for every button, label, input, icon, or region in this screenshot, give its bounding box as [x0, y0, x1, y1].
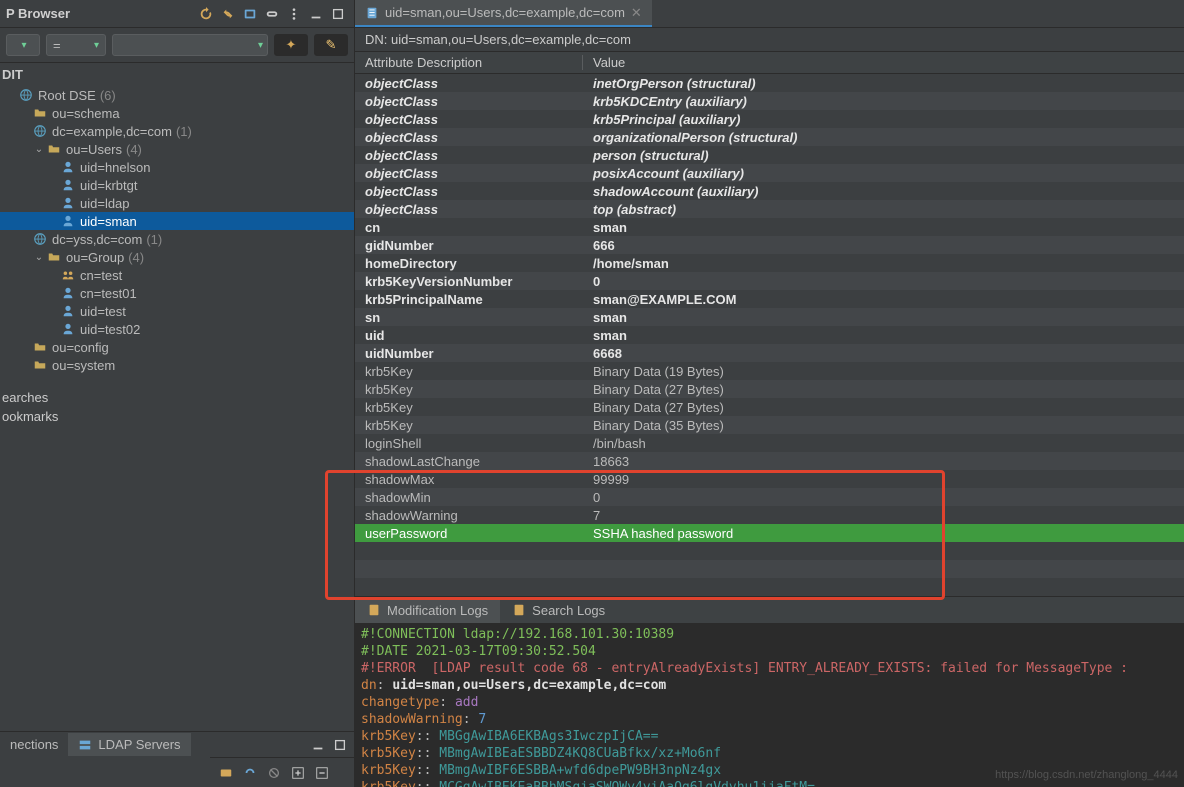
table-row[interactable]: objectClassshadowAccount (auxiliary) [355, 182, 1184, 200]
table-row[interactable]: objectClasskrb5KDCEntry (auxiliary) [355, 92, 1184, 110]
table-row[interactable]: krb5KeyBinary Data (27 Bytes) [355, 380, 1184, 398]
bottom-tabs: nections LDAP Servers [0, 731, 354, 757]
table-row[interactable]: gidNumber666 [355, 236, 1184, 254]
close-icon[interactable]: ✕ [631, 5, 642, 21]
table-row[interactable]: loginShell/bin/bash [355, 434, 1184, 452]
tree-item[interactable]: dc=yss,dc=com(1) [0, 230, 354, 248]
table-row[interactable]: snsman [355, 308, 1184, 326]
filter-op[interactable]: =▾ [46, 34, 106, 56]
tree-item[interactable]: uid=test02 [0, 320, 354, 338]
tab-entry-label: uid=sman,ou=Users,dc=example,dc=com [385, 5, 625, 20]
tab-entry[interactable]: uid=sman,ou=Users,dc=example,dc=com ✕ [355, 0, 652, 27]
ldap-tree[interactable]: Root DSE(6)ou=schemadc=example,dc=com(1)… [0, 82, 354, 388]
left-panel: P Browser ▾ =▾ ▾ ✦ ✎ DIT Root DSE(6)ou=s… [0, 0, 355, 787]
table-row[interactable] [355, 578, 1184, 596]
tree-item[interactable]: ⌄ou=Users(4) [0, 140, 354, 158]
table-row[interactable]: krb5KeyVersionNumber0 [355, 272, 1184, 290]
table-row[interactable]: userPasswordSSHA hashed password [355, 524, 1184, 542]
filter-run[interactable]: ✦ [274, 34, 308, 56]
log-tabs: Modification Logs Search Logs [355, 596, 1184, 624]
tree-item[interactable]: uid=sman [0, 212, 354, 230]
th-value[interactable]: Value [583, 55, 1184, 70]
attribute-table: Attribute Description Value objectClassi… [355, 52, 1184, 596]
left-toolbar [196, 4, 348, 24]
filter-value[interactable]: ▾ [112, 34, 268, 56]
right-panel: uid=sman,ou=Users,dc=example,dc=com ✕ DN… [355, 0, 1184, 787]
minimize-icon[interactable] [306, 4, 326, 24]
searches-section[interactable]: earches [0, 388, 354, 407]
editor-tabs: uid=sman,ou=Users,dc=example,dc=com ✕ [355, 0, 1184, 28]
log-output[interactable]: #!CONNECTION ldap://192.168.101.30:10389… [355, 624, 1184, 787]
table-row[interactable]: shadowWarning7 [355, 506, 1184, 524]
tree-item[interactable]: uid=hnelson [0, 158, 354, 176]
filter-wand[interactable]: ✎ [314, 34, 348, 56]
add-icon[interactable] [288, 763, 308, 783]
filter-toggle-1[interactable]: ▾ [6, 34, 40, 56]
tree-item[interactable]: ou=system [0, 356, 354, 374]
table-row[interactable] [355, 560, 1184, 578]
table-row[interactable]: krb5PrincipalNamesman@EXAMPLE.COM [355, 290, 1184, 308]
attribute-table-body[interactable]: objectClassinetOrgPerson (structural)obj… [355, 74, 1184, 596]
table-row[interactable]: krb5KeyBinary Data (35 Bytes) [355, 416, 1184, 434]
table-row[interactable]: objectClasstop (abstract) [355, 200, 1184, 218]
tree-item[interactable]: uid=krbtgt [0, 176, 354, 194]
table-row[interactable]: objectClassorganizationalPerson (structu… [355, 128, 1184, 146]
refresh-icon[interactable] [196, 4, 216, 24]
table-row[interactable] [355, 542, 1184, 560]
tool-strip [210, 757, 354, 787]
tree-item[interactable]: ou=schema [0, 104, 354, 122]
panel-minimize-icon[interactable] [308, 735, 328, 755]
table-row[interactable]: shadowMin0 [355, 488, 1184, 506]
tree-item[interactable]: ⌄ou=Group(4) [0, 248, 354, 266]
tab-search-logs[interactable]: Search Logs [500, 597, 617, 623]
tree-item[interactable]: cn=test [0, 266, 354, 284]
tree-item[interactable]: ou=config [0, 338, 354, 356]
th-attr-desc[interactable]: Attribute Description [355, 55, 583, 70]
table-row[interactable]: objectClassposixAccount (auxiliary) [355, 164, 1184, 182]
collapse-icon[interactable] [240, 4, 260, 24]
table-row[interactable]: cnsman [355, 218, 1184, 236]
tab-ldap-servers[interactable]: LDAP Servers [68, 733, 190, 756]
tree-item[interactable]: uid=ldap [0, 194, 354, 212]
table-row[interactable]: objectClassperson (structural) [355, 146, 1184, 164]
new-server-icon[interactable] [216, 763, 236, 783]
panel-restore-icon[interactable] [330, 735, 350, 755]
link-icon[interactable] [262, 4, 282, 24]
sync-icon[interactable] [218, 4, 238, 24]
tree-item[interactable]: Root DSE(6) [0, 86, 354, 104]
table-row[interactable]: shadowLastChange18663 [355, 452, 1184, 470]
left-panel-title: P Browser [6, 6, 70, 21]
filter-row: ▾ =▾ ▾ ✦ ✎ [0, 28, 354, 63]
table-row[interactable]: objectClasskrb5Principal (auxiliary) [355, 110, 1184, 128]
table-row[interactable]: uidNumber6668 [355, 344, 1184, 362]
bookmarks-section[interactable]: ookmarks [0, 407, 354, 430]
table-row[interactable]: krb5KeyBinary Data (19 Bytes) [355, 362, 1184, 380]
restore-icon[interactable] [328, 4, 348, 24]
table-row[interactable]: shadowMax99999 [355, 470, 1184, 488]
dn-field[interactable]: DN: uid=sman,ou=Users,dc=example,dc=com [355, 28, 1184, 52]
menu-icon[interactable] [284, 4, 304, 24]
connect-icon[interactable] [240, 763, 260, 783]
tree-item[interactable]: dc=example,dc=com(1) [0, 122, 354, 140]
tab-connections[interactable]: nections [0, 733, 68, 756]
disable-icon[interactable] [264, 763, 284, 783]
tree-item[interactable]: cn=test01 [0, 284, 354, 302]
remove-icon[interactable] [312, 763, 332, 783]
table-row[interactable]: objectClassinetOrgPerson (structural) [355, 74, 1184, 92]
table-row[interactable]: krb5KeyBinary Data (27 Bytes) [355, 398, 1184, 416]
dit-section-label: DIT [0, 63, 354, 82]
tab-modification-logs[interactable]: Modification Logs [355, 597, 500, 623]
table-row[interactable]: homeDirectory/home/sman [355, 254, 1184, 272]
table-row[interactable]: uidsman [355, 326, 1184, 344]
tree-item[interactable]: uid=test [0, 302, 354, 320]
